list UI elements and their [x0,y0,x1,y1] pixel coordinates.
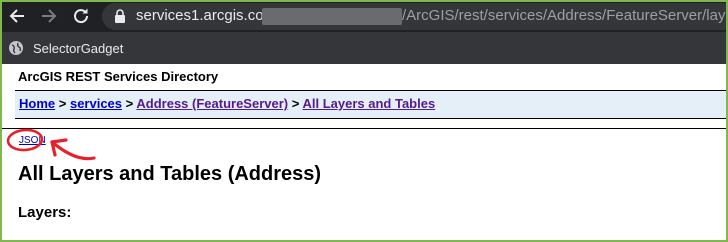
globe-icon [9,41,23,55]
back-button[interactable] [7,5,29,27]
breadcrumb-home[interactable]: Home [19,96,55,111]
breadcrumb-address-featureserver[interactable]: Address (FeatureServer) [136,96,288,111]
breadcrumb-separator: > [58,96,67,111]
reload-button[interactable] [70,5,92,27]
page-title: All Layers and Tables (Address) [18,163,322,185]
layers-heading: Layers: [18,204,72,221]
bookmark-label: SelectorGadget [33,40,124,56]
breadcrumb: Home > services > Address (FeatureServer… [19,96,435,111]
lock-icon[interactable] [114,9,126,29]
directory-title: ArcGIS REST Services Directory [18,69,219,84]
breadcrumb-separator: > [291,96,300,111]
divider [2,128,726,129]
browser-window: services1.arcgis.com /ArcGIS/rest/servic… [0,0,728,242]
bookmark-selectorgadget[interactable]: SelectorGadget [8,39,123,57]
breadcrumb-all-layers-and-tables[interactable]: All Layers and Tables [302,96,435,111]
reload-icon [74,8,89,24]
page-content: ArcGIS REST Services Directory Home > se… [2,64,726,240]
annotation-arrow-icon [6,128,96,161]
breadcrumb-services[interactable]: services [70,96,122,111]
breadcrumb-separator: > [125,96,134,111]
redacted-url-segment [262,8,402,25]
url-path: /ArcGIS/rest/services/Address/FeatureSer… [402,7,728,24]
address-bar[interactable]: services1.arcgis.com /ArcGIS/rest/servic… [102,3,726,30]
arrow-right-icon [42,9,57,23]
breadcrumb-bar: Home > services > Address (FeatureServer… [15,90,726,119]
forward-button[interactable] [37,5,59,27]
browser-toolbar: services1.arcgis.com /ArcGIS/rest/servic… [2,2,726,32]
arrow-left-icon [9,9,24,23]
bookmarks-bar: SelectorGadget [2,32,726,64]
url-host: services1.arcgis.com [136,7,277,24]
